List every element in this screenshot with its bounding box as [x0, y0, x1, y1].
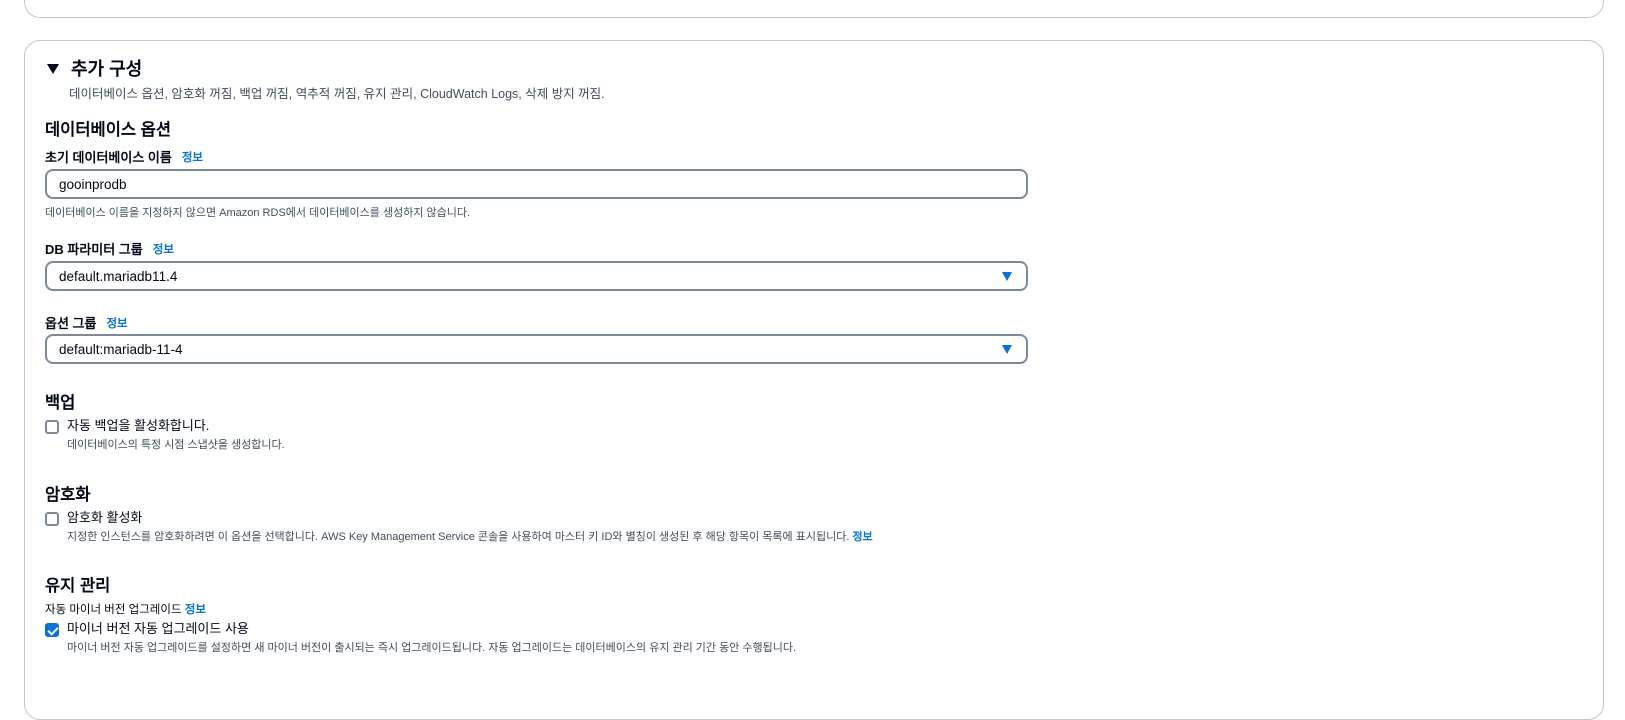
caret-down-icon: [47, 64, 59, 74]
param-group-select[interactable]: default.mariadb11.4: [45, 261, 1028, 291]
param-group-selected-value: default.mariadb11.4: [59, 268, 178, 284]
previous-section-card: [24, 0, 1604, 18]
param-group-label-text: DB 파라미터 그룹: [45, 242, 143, 257]
auto-backup-label: 자동 백업을 활성화합니다.: [67, 418, 210, 433]
auto-minor-upgrade-info-link[interactable]: 정보: [185, 604, 206, 616]
initial-db-name-input[interactable]: [45, 169, 1028, 199]
auto-minor-upgrade-checkbox-label: 마이너 버전 자동 업그레이드 사용: [67, 621, 249, 636]
encryption-title: 암호화: [45, 486, 91, 504]
caret-down-icon: [1002, 272, 1012, 281]
encryption-checkbox[interactable]: [45, 512, 59, 526]
initial-db-name-label-text: 초기 데이터베이스 이름: [45, 150, 172, 165]
encryption-info-link[interactable]: 정보: [852, 531, 872, 543]
auto-backup-option: 자동 백업을 활성화합니다. 데이터베이스의 특정 시점 스냅샷을 생성합니다.: [45, 418, 285, 452]
encryption-description: 지정한 인스턴스를 암호화하려면 이 옵션을 선택합니다. AWS Key Ma…: [67, 531, 850, 543]
auto-minor-upgrade-label-text: 자동 마이너 버전 업그레이드: [45, 604, 182, 616]
auto-backup-checkbox[interactable]: [45, 420, 59, 434]
auto-minor-upgrade-label: 자동 마이너 버전 업그레이드 정보: [45, 601, 206, 617]
caret-down-icon: [1002, 345, 1012, 354]
auto-minor-upgrade-checkbox[interactable]: [45, 623, 59, 637]
initial-db-name-label: 초기 데이터베이스 이름 정보: [45, 147, 203, 166]
maintenance-title: 유지 관리: [45, 577, 111, 595]
initial-db-name-hint: 데이터베이스 이름을 지정하지 않으면 Amazon RDS에서 데이터베이스를…: [45, 207, 471, 219]
additional-config-expander[interactable]: 추가 구성: [47, 55, 142, 81]
option-group-selected-value: default:mariadb-11-4: [59, 341, 183, 357]
option-group-select[interactable]: default:mariadb-11-4: [45, 334, 1028, 364]
additional-config-description: 데이터베이스 옵션, 암호화 꺼짐, 백업 꺼짐, 역추적 꺼짐, 유지 관리,…: [69, 87, 605, 101]
param-group-info-link[interactable]: 정보: [153, 241, 174, 257]
option-group-label-text: 옵션 그룹: [45, 316, 97, 331]
initial-db-name-info-link[interactable]: 정보: [182, 149, 203, 165]
option-group-label: 옵션 그룹 정보: [45, 313, 128, 332]
auto-minor-upgrade-option: 마이너 버전 자동 업그레이드 사용 마이너 버전 자동 업그레이드를 설정하면…: [45, 621, 796, 655]
additional-config-title: 추가 구성: [71, 59, 143, 79]
encryption-option: 암호화 활성화 지정한 인스턴스를 암호화하려면 이 옵션을 선택합니다. AW…: [45, 510, 873, 544]
backup-title: 백업: [45, 394, 76, 412]
param-group-label: DB 파라미터 그룹 정보: [45, 239, 174, 258]
auto-backup-description: 데이터베이스의 특정 시점 스냅샷을 생성합니다.: [67, 439, 285, 451]
encryption-label: 암호화 활성화: [67, 510, 143, 525]
additional-config-panel: 추가 구성 데이터베이스 옵션, 암호화 꺼짐, 백업 꺼짐, 역추적 꺼짐, …: [24, 40, 1604, 720]
db-options-title: 데이터베이스 옵션: [45, 121, 172, 139]
encryption-description-line: 지정한 인스턴스를 암호화하려면 이 옵션을 선택합니다. AWS Key Ma…: [67, 528, 873, 544]
option-group-info-link[interactable]: 정보: [106, 315, 127, 331]
auto-minor-upgrade-description: 마이너 버전 자동 업그레이드를 설정하면 새 마이너 버전이 출시되는 즉시 …: [67, 642, 797, 654]
